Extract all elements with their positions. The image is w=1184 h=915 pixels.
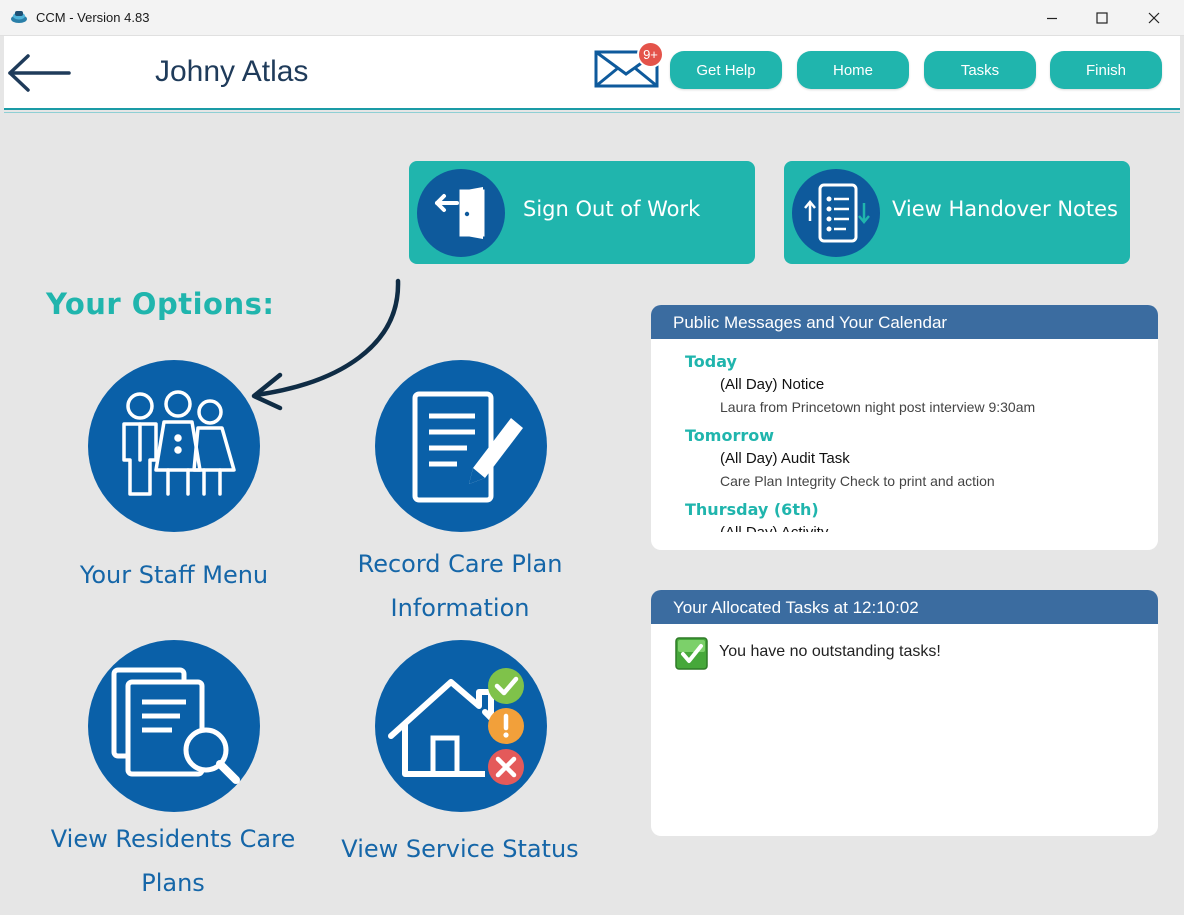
calendar-event-desc: Laura from Princetown night post intervi… — [720, 399, 1036, 415]
view-service-status-label-line: View Service Status — [341, 835, 579, 863]
maximize-icon — [1096, 12, 1108, 24]
mail-badge: 9+ — [637, 41, 664, 68]
staff-menu-label[interactable]: Your Staff Menu — [40, 553, 308, 597]
calendar-event-title: (All Day) Activity — [720, 524, 828, 532]
header-divider — [4, 108, 1180, 110]
calendar-day-heading: Today — [685, 352, 737, 371]
close-button[interactable] — [1128, 0, 1180, 36]
app-icon — [11, 11, 27, 23]
close-icon — [1148, 12, 1160, 24]
record-care-plan-button[interactable] — [375, 360, 547, 532]
view-handover-notes-label: View Handover Notes — [892, 197, 1118, 221]
view-residents-care-plans-button[interactable] — [88, 640, 260, 812]
tasks-button[interactable]: Tasks — [924, 51, 1036, 89]
finish-button[interactable]: Finish — [1050, 51, 1162, 89]
minimize-button[interactable] — [1026, 0, 1078, 36]
view-handover-notes-button[interactable]: View Handover Notes — [784, 161, 1130, 264]
record-care-plan-label-line1: Record Care Plan — [357, 550, 563, 578]
home-button[interactable]: Home — [797, 51, 909, 89]
checkmark-icon — [675, 637, 708, 670]
calendar-day-heading: Tomorrow — [685, 426, 774, 445]
window-titlebar: CCM - Version 4.83 — [0, 0, 1184, 36]
tasks-panel: Your Allocated Tasks at 12:10:02 You hav… — [651, 590, 1158, 836]
calendar-event-title: (All Day) Notice — [720, 376, 825, 393]
document-edit-icon — [412, 391, 523, 503]
calendar-day-heading: Thursday (6th) — [685, 500, 819, 519]
house-status-icon — [388, 668, 524, 785]
tasks-message: You have no outstanding tasks! — [719, 643, 941, 660]
sign-out-icon — [417, 169, 505, 257]
user-name: Johny Atlas — [155, 55, 309, 88]
sign-out-label: Sign Out of Work — [523, 197, 701, 221]
calendar-scroll-area[interactable]: Today (All Day) Notice Laura from Prince… — [651, 339, 1158, 532]
minimize-icon — [1047, 17, 1057, 20]
back-arrow-icon[interactable] — [6, 53, 72, 93]
view-residents-care-plans-label[interactable]: View Residents Care Plans — [39, 817, 307, 905]
window-title: CCM - Version 4.83 — [36, 10, 150, 25]
view-service-status-label[interactable]: View Service Status — [326, 827, 594, 871]
view-service-status-button[interactable] — [375, 640, 547, 812]
record-care-plan-label[interactable]: Record Care Plan Information — [326, 542, 594, 630]
calendar-event-desc: Care Plan Integrity Check to print and a… — [720, 473, 995, 489]
get-help-button[interactable]: Get Help — [670, 51, 782, 89]
header-divider-thin — [4, 112, 1180, 113]
maximize-button[interactable] — [1076, 0, 1128, 36]
calendar-panel: Public Messages and Your Calendar Today … — [651, 305, 1158, 550]
calendar-event-title: (All Day) Audit Task — [720, 450, 850, 467]
record-care-plan-label-line2: Information — [390, 594, 530, 622]
staff-menu-label-line: Your Staff Menu — [79, 561, 269, 589]
view-residents-care-plans-label-line2: Plans — [141, 869, 205, 897]
calendar-panel-title: Public Messages and Your Calendar — [651, 305, 1158, 339]
staff-menu-button[interactable] — [88, 360, 260, 532]
sign-out-button[interactable]: Sign Out of Work — [409, 161, 755, 264]
document-search-icon — [111, 667, 240, 784]
tasks-panel-title: Your Allocated Tasks at 12:10:02 — [651, 590, 1158, 624]
clipboard-list-icon — [792, 169, 880, 257]
staff-group-icon — [122, 390, 236, 496]
view-residents-care-plans-label-line1: View Residents Care — [50, 825, 296, 853]
